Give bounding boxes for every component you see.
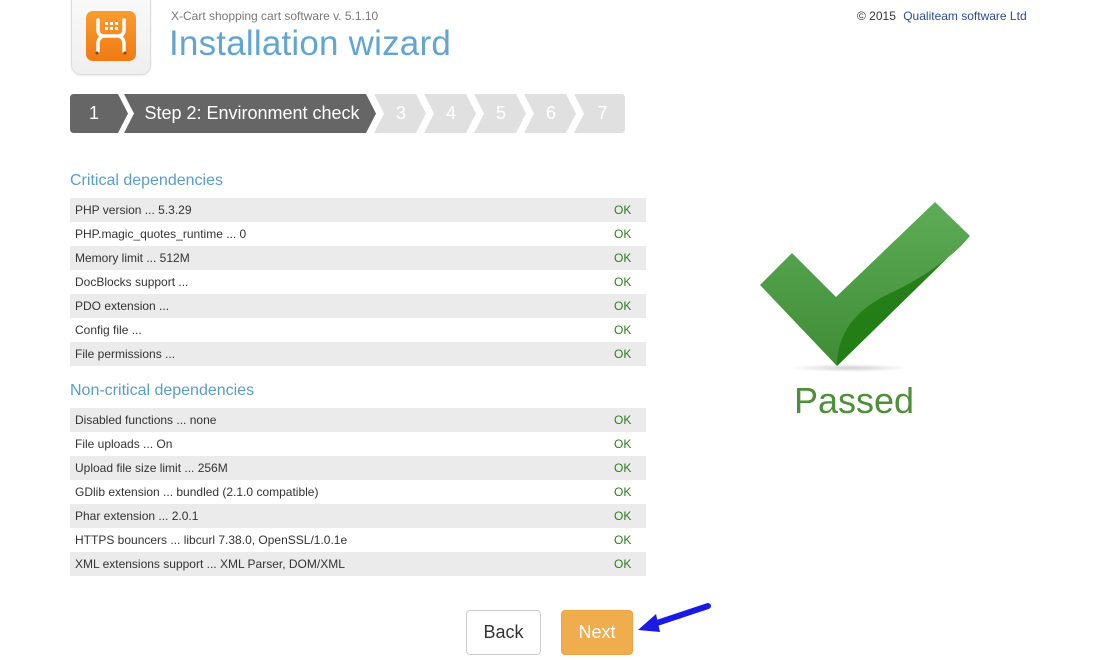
dependency-row: HTTPS bouncers ... libcurl 7.38.0, OpenS…	[70, 528, 646, 552]
dependency-label: File permissions ...	[75, 347, 176, 361]
annotation-arrow-icon	[636, 598, 716, 643]
dependency-row: Upload file size limit ... 256M OK	[70, 456, 646, 480]
dependency-label: Phar extension ... 2.0.1	[75, 509, 199, 523]
dependency-row: DocBlocks support ... OK	[70, 270, 646, 294]
status-ok: OK	[614, 413, 632, 427]
status-ok: OK	[614, 533, 632, 547]
status-ok: OK	[614, 461, 632, 475]
software-version: X-Cart shopping cart software v. 5.1.10	[171, 9, 379, 23]
dependency-label: Disabled functions ... none	[75, 413, 217, 427]
status-ok: OK	[614, 299, 632, 313]
dependency-label: Config file ...	[75, 323, 142, 337]
logo-box	[71, 0, 151, 75]
status-ok: OK	[614, 557, 632, 571]
noncritical-dependencies-title: Non-critical dependencies	[70, 382, 255, 399]
x-cart-logo-icon	[86, 11, 136, 61]
dependency-row: File uploads ... On OK	[70, 432, 646, 456]
status-ok: OK	[614, 227, 632, 241]
dependency-row: Phar extension ... 2.0.1 OK	[70, 504, 646, 528]
status-ok: OK	[614, 251, 632, 265]
dependency-label: GDlib extension ... bundled (2.1.0 compa…	[75, 485, 319, 499]
critical-dependencies-table: PHP version ... 5.3.29 OK PHP.magic_quote…	[70, 198, 646, 366]
dependency-row: Memory limit ... 512M OK	[70, 246, 646, 270]
dependency-row: GDlib extension ... bundled (2.1.0 compa…	[70, 480, 646, 504]
dependency-label: PHP version ... 5.3.29	[75, 203, 192, 217]
dependency-row: PHP version ... 5.3.29 OK	[70, 198, 646, 222]
step-6: 6	[520, 94, 576, 133]
copyright-year: © 2015	[857, 9, 896, 23]
copyright: © 2015 Qualiteam software Ltd	[857, 9, 1027, 23]
status-ok: OK	[614, 347, 632, 361]
step-3: 3	[370, 94, 426, 133]
dependency-label: Memory limit ... 512M	[75, 251, 190, 265]
dependency-row: Disabled functions ... none OK	[70, 408, 646, 432]
dependency-label: File uploads ... On	[75, 437, 173, 451]
dependency-row: PHP.magic_quotes_runtime ... 0 OK	[70, 222, 646, 246]
step-2-current: Step 2: Environment check	[120, 94, 376, 133]
dependency-label: HTTPS bouncers ... libcurl 7.38.0, OpenS…	[75, 533, 348, 547]
status-ok: OK	[614, 509, 632, 523]
status-ok: OK	[614, 485, 632, 499]
dependency-label: PDO extension ...	[75, 299, 170, 313]
back-button[interactable]: Back	[466, 610, 541, 655]
dependency-row: XML extensions support ... XML Parser, D…	[70, 552, 646, 576]
wizard-steps: 1 Step 2: Environment check 3 4 5 6 7	[70, 94, 625, 133]
dependency-row: Config file ... OK	[70, 318, 646, 342]
status-ok: OK	[614, 437, 632, 451]
dependency-label: Upload file size limit ... 256M	[75, 461, 228, 475]
status-ok: OK	[614, 275, 632, 289]
passed-label: Passed	[794, 380, 915, 421]
step-5: 5	[470, 94, 526, 133]
dependency-label: XML extensions support ... XML Parser, D…	[75, 557, 345, 571]
dependency-label: PHP.magic_quotes_runtime ... 0	[75, 227, 247, 241]
dependency-row: PDO extension ... OK	[70, 294, 646, 318]
noncritical-dependencies-table: Disabled functions ... none OK File uploa…	[70, 408, 646, 576]
status-ok: OK	[614, 323, 632, 337]
dependency-label: DocBlocks support ...	[75, 275, 189, 289]
step-7: 7	[570, 94, 625, 133]
status-ok: OK	[614, 203, 632, 217]
step-4: 4	[420, 94, 476, 133]
dependency-row: File permissions ... OK	[70, 342, 646, 366]
page-title: Installation wizard	[169, 24, 451, 63]
critical-dependencies-title: Critical dependencies	[70, 172, 223, 189]
company-link[interactable]: Qualiteam software Ltd	[903, 9, 1026, 23]
next-button[interactable]: Next	[561, 610, 633, 655]
